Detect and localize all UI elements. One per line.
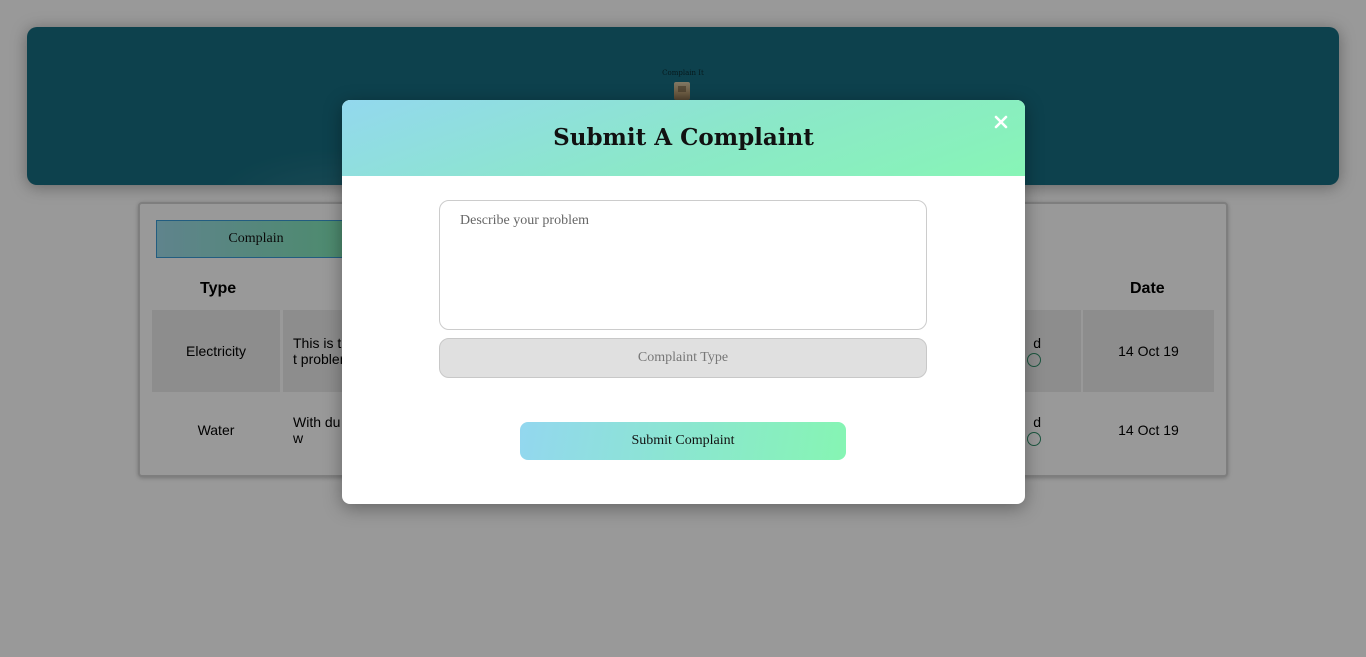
modal-title: Submit A Complaint: [553, 124, 814, 151]
page: Complain It Complain Type Date Electrici…: [0, 0, 1366, 657]
complaint-type-select[interactable]: Complaint Type: [439, 338, 927, 378]
submit-complaint-button[interactable]: Submit Complaint: [520, 422, 846, 460]
close-icon: [994, 115, 1008, 129]
close-button[interactable]: [990, 111, 1012, 133]
problem-description-input[interactable]: [439, 200, 927, 330]
modal-header: Submit A Complaint: [342, 100, 1025, 176]
submit-complaint-modal: Submit A Complaint Complaint Type Submit…: [342, 100, 1025, 504]
